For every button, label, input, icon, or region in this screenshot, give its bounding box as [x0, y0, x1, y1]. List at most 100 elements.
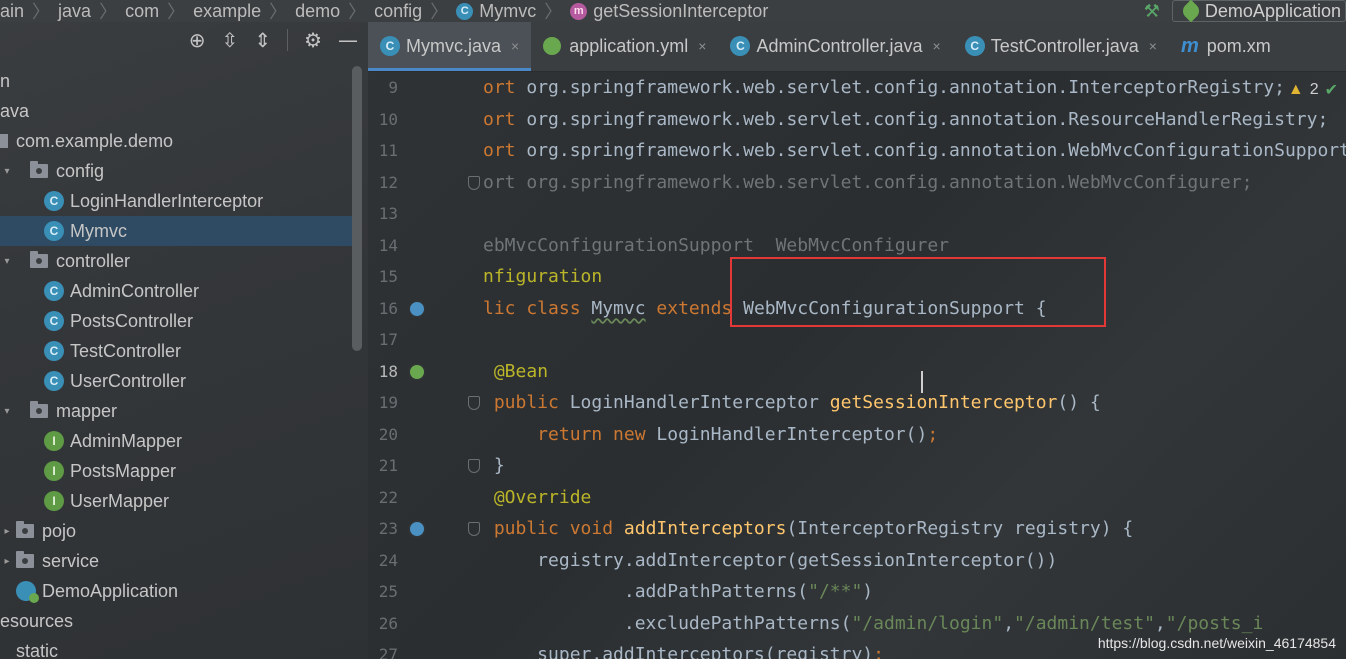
tab-mymvc-java[interactable]: C Mymvc.java × — [368, 22, 532, 71]
code-line[interactable]: 13 — [368, 198, 1346, 230]
breadcrumb-label: ain — [0, 0, 25, 21]
tree-item-adminmapper[interactable]: I AdminMapper — [0, 426, 352, 456]
code-token: nfiguration — [483, 266, 603, 288]
breadcrumb-item-method[interactable]: m getSessionInterceptor — [570, 0, 768, 22]
tree-item-label: com.example.demo — [16, 130, 174, 151]
code-token: ort — [483, 140, 527, 162]
code-line[interactable]: 21 } — [368, 450, 1346, 482]
close-icon[interactable]: × — [933, 38, 941, 54]
tree-item-java[interactable]: ava — [0, 96, 352, 126]
warning-count: 2 — [1309, 81, 1319, 98]
interface-icon: I — [44, 431, 64, 451]
code-line[interactable]: 12 ort org.springframework.web.servlet.co… — [368, 167, 1346, 199]
tree-item-mymvc[interactable]: C Mymvc — [0, 216, 352, 246]
code-line[interactable]: 17 — [368, 324, 1346, 356]
inspection-widget[interactable]: ▲ 2 ✔ — [1288, 80, 1338, 100]
fold-marker-icon[interactable] — [468, 459, 480, 473]
tree-item-postscontroller[interactable]: C PostsController — [0, 306, 352, 336]
tree-item-main[interactable]: n — [0, 66, 352, 96]
code-token: .excludePathPatterns( — [483, 612, 852, 634]
code-line[interactable]: 24 registry.addInterceptor(getSessionInt… — [368, 545, 1346, 577]
code-line[interactable]: 20 return new LoginHandlerInterceptor(); — [368, 419, 1346, 451]
code-token: (InterceptorRegistry registry) { — [786, 518, 1134, 540]
code-line[interactable]: 25 .addPathPatterns("/**") — [368, 576, 1346, 608]
method-icon: m — [570, 2, 588, 20]
tree-item-usermapper[interactable]: I UserMapper — [0, 486, 352, 516]
breadcrumb-item-com[interactable]: com — [125, 0, 159, 22]
tab-admincontroller-java[interactable]: C AdminController.java × — [718, 22, 952, 71]
tree-item-loginhandlerinterceptor[interactable]: C LoginHandlerInterceptor — [0, 186, 352, 216]
hammer-icon[interactable]: ⚒ — [1144, 1, 1160, 22]
fold-marker-icon[interactable] — [468, 522, 480, 536]
tree-item-usercontroller[interactable]: C UserController — [0, 366, 352, 396]
code-line[interactable]: 22 @Override — [368, 482, 1346, 514]
breadcrumb-item-java[interactable]: java — [58, 0, 91, 22]
line-number: 27 — [378, 645, 398, 659]
class-icon: C — [44, 371, 64, 391]
code-line[interactable]: 19 public LoginHandlerInterceptor getSes… — [368, 387, 1346, 419]
folder-icon — [30, 401, 48, 418]
code-line[interactable]: 10 ort org.springframework.web.servlet.co… — [368, 104, 1346, 136]
expand-all-icon[interactable]: ⇳ — [222, 28, 239, 52]
spring-gutter-icon[interactable] — [408, 520, 426, 538]
code-line[interactable]: 9 ort org.springframework.web.servlet.con… — [368, 72, 1346, 104]
tree-item-package[interactable]: com.example.demo — [0, 126, 352, 156]
tab-testcontroller-java[interactable]: C TestController.java × — [953, 22, 1169, 71]
tree-item-label: mapper — [56, 400, 118, 421]
code-token: } — [483, 455, 505, 477]
collapse-all-icon[interactable]: ⇕ — [254, 28, 271, 52]
gear-icon[interactable]: ⚙ — [304, 28, 322, 52]
locate-icon[interactable]: ⊕ — [189, 28, 206, 52]
class-icon: C — [44, 311, 64, 331]
tree-item-config[interactable]: ▾ config — [0, 156, 352, 186]
breadcrumb-item-demo[interactable]: demo — [295, 0, 340, 22]
chevron-down-icon[interactable]: ▾ — [0, 406, 14, 417]
chevron-right-icon[interactable]: ▸ — [0, 556, 14, 567]
spring-gutter-icon[interactable] — [408, 299, 426, 318]
close-icon[interactable]: × — [1149, 38, 1157, 54]
tree-item-pojo[interactable]: ▸ pojo — [0, 516, 352, 546]
chevron-right-icon[interactable]: ▸ — [0, 526, 14, 537]
project-panel-scrollbar[interactable] — [352, 66, 362, 351]
tree-item-label: UserMapper — [70, 490, 170, 511]
class-icon: C — [44, 221, 64, 241]
tree-item-resources[interactable]: esources — [0, 606, 352, 636]
bean-gutter-icon[interactable] — [408, 362, 426, 381]
code-token: super.addInterceptors(registry) — [483, 644, 874, 659]
tree-item-mapper[interactable]: ▾ mapper — [0, 396, 352, 426]
breadcrumb: ain 〉 java 〉 com 〉 example 〉 demo 〉 conf… — [0, 0, 1346, 22]
code-area[interactable]: 9 ort org.springframework.web.servlet.con… — [368, 72, 1346, 659]
breadcrumb-item-mymvc[interactable]: C Mymvc — [456, 0, 536, 22]
tree-item-testcontroller[interactable]: C TestController — [0, 336, 352, 366]
tree-item-static[interactable]: static — [0, 636, 352, 659]
tab-pom-xml[interactable]: m pom.xm — [1169, 22, 1283, 71]
breadcrumb-item-example[interactable]: example — [193, 0, 261, 22]
chevron-down-icon[interactable]: ▾ — [0, 256, 14, 267]
code-line[interactable]: 18 @Bean — [368, 356, 1346, 388]
code-token: org.springframework.web.servlet.config.a… — [526, 140, 1346, 162]
tree-item-postsmapper[interactable]: I PostsMapper — [0, 456, 352, 486]
tree-item-service[interactable]: ▸ service — [0, 546, 352, 576]
fold-marker-icon[interactable] — [468, 396, 480, 410]
chevron-down-icon[interactable]: ▾ — [0, 166, 14, 177]
code-line[interactable]: 11 ort org.springframework.web.servlet.co… — [368, 135, 1346, 167]
breadcrumb-item-main[interactable]: ain — [0, 0, 24, 22]
close-icon[interactable]: × — [511, 38, 519, 54]
tree-item-demoapplication[interactable]: DemoApplication — [0, 576, 352, 606]
project-panel-toolbar: ⊕ ⇳ ⇕ ⚙ — — [0, 22, 368, 58]
fold-marker-icon[interactable] — [468, 175, 480, 190]
tab-application-yml[interactable]: application.yml × — [531, 22, 718, 71]
breadcrumb-item-config[interactable]: config — [374, 0, 422, 22]
tree-item-controller[interactable]: ▾ controller — [0, 246, 352, 276]
line-number: 16 — [378, 298, 398, 318]
hide-panel-icon[interactable]: — — [338, 28, 358, 52]
editor-tab-bar: C Mymvc.java × application.yml × C Admin… — [368, 22, 1346, 72]
code-token: org.springframework.web.servlet.config.a… — [526, 77, 1285, 99]
close-icon[interactable]: × — [698, 38, 706, 54]
tree-item-admincontroller[interactable]: C AdminController — [0, 276, 352, 306]
code-token: ort — [483, 77, 527, 99]
tree-item-label: DemoApplication — [42, 580, 179, 601]
code-line[interactable]: 23 public void addInterceptors (Intercept… — [368, 513, 1346, 545]
chevron-right-icon: 〉 — [32, 2, 51, 22]
run-configuration-selector[interactable]: DemoApplication — [1171, 0, 1346, 22]
